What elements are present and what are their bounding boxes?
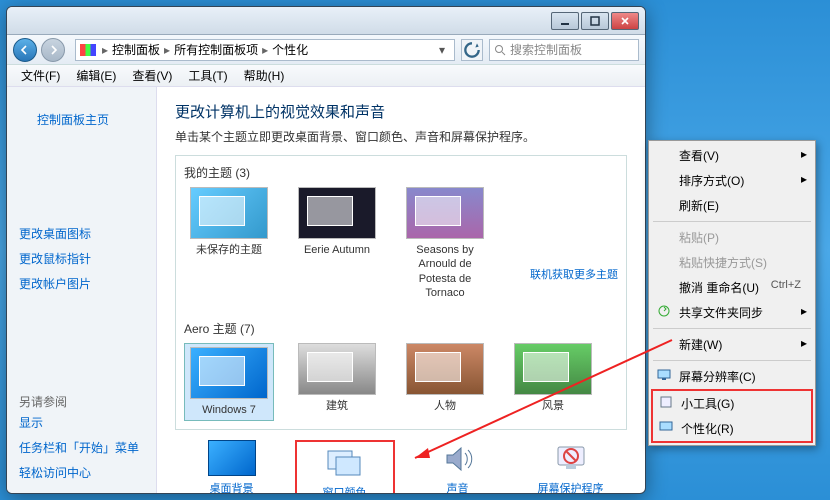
- window-body: 控制面板主页 更改桌面图标 更改鼠标指针 更改帐户图片 另请参阅 显示 任务栏和…: [7, 87, 645, 494]
- ctx-new[interactable]: 新建(W)▸: [651, 332, 813, 357]
- desktop-background-button[interactable]: 桌面背景 Harmony: [182, 440, 282, 494]
- ctx-gadgets[interactable]: 小工具(G): [653, 391, 811, 416]
- maximize-button[interactable]: [581, 12, 609, 30]
- menu-view[interactable]: 查看(V): [124, 65, 180, 86]
- sidebar-display[interactable]: 显示: [19, 410, 144, 435]
- sidebar-desktop-icons[interactable]: 更改桌面图标: [19, 221, 144, 246]
- theme-unsaved[interactable]: 未保存的主题: [184, 187, 274, 300]
- aero-themes-header: Aero 主题 (7): [184, 320, 618, 337]
- menu-edit[interactable]: 编辑(E): [68, 65, 124, 86]
- screensaver-icon: [547, 440, 595, 476]
- crumb-personalization[interactable]: 个性化: [272, 41, 308, 58]
- address-dropdown[interactable]: ▾: [434, 43, 450, 57]
- address-bar[interactable]: ▸ 控制面板 ▸ 所有控制面板项 ▸ 个性化 ▾: [75, 39, 455, 61]
- main-panel: 更改计算机上的视觉效果和声音 单击某个主题立即更改桌面背景、窗口颜色、声音和屏幕…: [157, 87, 645, 494]
- page-title: 更改计算机上的视觉效果和声音: [175, 101, 627, 122]
- screensaver-button[interactable]: 屏幕保护程序 无: [521, 440, 621, 494]
- sidebar: 控制面板主页 更改桌面图标 更改鼠标指针 更改帐户图片 另请参阅 显示 任务栏和…: [7, 87, 157, 494]
- ctx-sync[interactable]: 共享文件夹同步▸: [651, 300, 813, 325]
- sidebar-see-also: 另请参阅: [19, 393, 144, 410]
- more-themes-link[interactable]: 联机获取更多主题: [530, 266, 618, 282]
- search-icon: [494, 44, 506, 56]
- themes-panel: 我的主题 (3) 未保存的主题 Eerie Autumn Seasons by …: [175, 155, 627, 430]
- back-button[interactable]: [13, 38, 37, 62]
- sound-icon: [434, 440, 482, 476]
- search-box[interactable]: 搜索控制面板: [489, 39, 639, 61]
- personalization-window: ▸ 控制面板 ▸ 所有控制面板项 ▸ 个性化 ▾ 搜索控制面板 文件(F) 编辑…: [6, 6, 646, 494]
- ctx-separator: [653, 360, 811, 361]
- my-themes-header: 我的主题 (3): [184, 164, 618, 181]
- ctx-personalize[interactable]: 个性化(R): [653, 416, 811, 441]
- forward-button[interactable]: [41, 38, 65, 62]
- sync-icon: [657, 304, 671, 318]
- sidebar-mouse-pointers[interactable]: 更改鼠标指针: [19, 246, 144, 271]
- menubar: 文件(F) 编辑(E) 查看(V) 工具(T) 帮助(H): [7, 65, 645, 87]
- theme-landscape[interactable]: 风景: [508, 343, 598, 421]
- theme-architecture[interactable]: 建筑: [292, 343, 382, 421]
- refresh-button[interactable]: [461, 39, 483, 61]
- ctx-sort[interactable]: 排序方式(O)▸: [651, 168, 813, 193]
- menu-tools[interactable]: 工具(T): [180, 65, 235, 86]
- search-placeholder: 搜索控制面板: [510, 41, 582, 58]
- control-panel-icon: [80, 44, 96, 56]
- sidebar-taskbar[interactable]: 任务栏和「开始」菜单: [19, 435, 144, 460]
- crumb-all-items[interactable]: 所有控制面板项: [174, 41, 258, 58]
- gadget-icon: [659, 395, 673, 409]
- sounds-button[interactable]: 声音 Windows 默认: [408, 440, 508, 494]
- minimize-button[interactable]: [551, 12, 579, 30]
- ctx-refresh[interactable]: 刷新(E): [651, 193, 813, 218]
- theme-characters[interactable]: 人物: [400, 343, 490, 421]
- ctx-screen-resolution[interactable]: 屏幕分辨率(C): [651, 364, 813, 389]
- theme-windows7[interactable]: Windows 7: [184, 343, 274, 421]
- ctx-paste-shortcut: 粘贴快捷方式(S): [651, 250, 813, 275]
- sidebar-home[interactable]: 控制面板主页: [19, 97, 144, 213]
- page-subtitle: 单击某个主题立即更改桌面背景、窗口颜色、声音和屏幕保护程序。: [175, 128, 627, 145]
- close-button[interactable]: [611, 12, 639, 30]
- navbar: ▸ 控制面板 ▸ 所有控制面板项 ▸ 个性化 ▾ 搜索控制面板: [7, 35, 645, 65]
- desktop-context-menu: 查看(V)▸ 排序方式(O)▸ 刷新(E) 粘贴(P) 粘贴快捷方式(S) 撤消…: [648, 140, 816, 446]
- menu-help[interactable]: 帮助(H): [236, 65, 293, 86]
- sidebar-ease-of-access[interactable]: 轻松访问中心: [19, 460, 144, 485]
- sidebar-account-picture[interactable]: 更改帐户图片: [19, 271, 144, 296]
- titlebar: [7, 7, 645, 35]
- theme-eerie-autumn[interactable]: Eerie Autumn: [292, 187, 382, 300]
- window-color-icon: [321, 444, 369, 480]
- personalize-icon: [659, 420, 673, 434]
- desktop-background-icon: [208, 440, 256, 476]
- ctx-paste: 粘贴(P): [651, 225, 813, 250]
- ctx-view[interactable]: 查看(V)▸: [651, 143, 813, 168]
- ctx-separator: [653, 328, 811, 329]
- window-color-button[interactable]: 窗口颜色 天空: [295, 440, 395, 494]
- ctx-undo[interactable]: 撤消 重命名(U)Ctrl+Z: [651, 275, 813, 300]
- menu-file[interactable]: 文件(F): [13, 65, 68, 86]
- bottom-bar: 桌面背景 Harmony 窗口颜色 天空 声音 Windows 默认 屏幕保护程…: [175, 440, 627, 494]
- crumb-control-panel[interactable]: 控制面板: [112, 41, 160, 58]
- theme-seasons[interactable]: Seasons by Arnould de Potesta de Tornaco: [400, 187, 490, 300]
- ctx-separator: [653, 221, 811, 222]
- monitor-icon: [657, 368, 671, 382]
